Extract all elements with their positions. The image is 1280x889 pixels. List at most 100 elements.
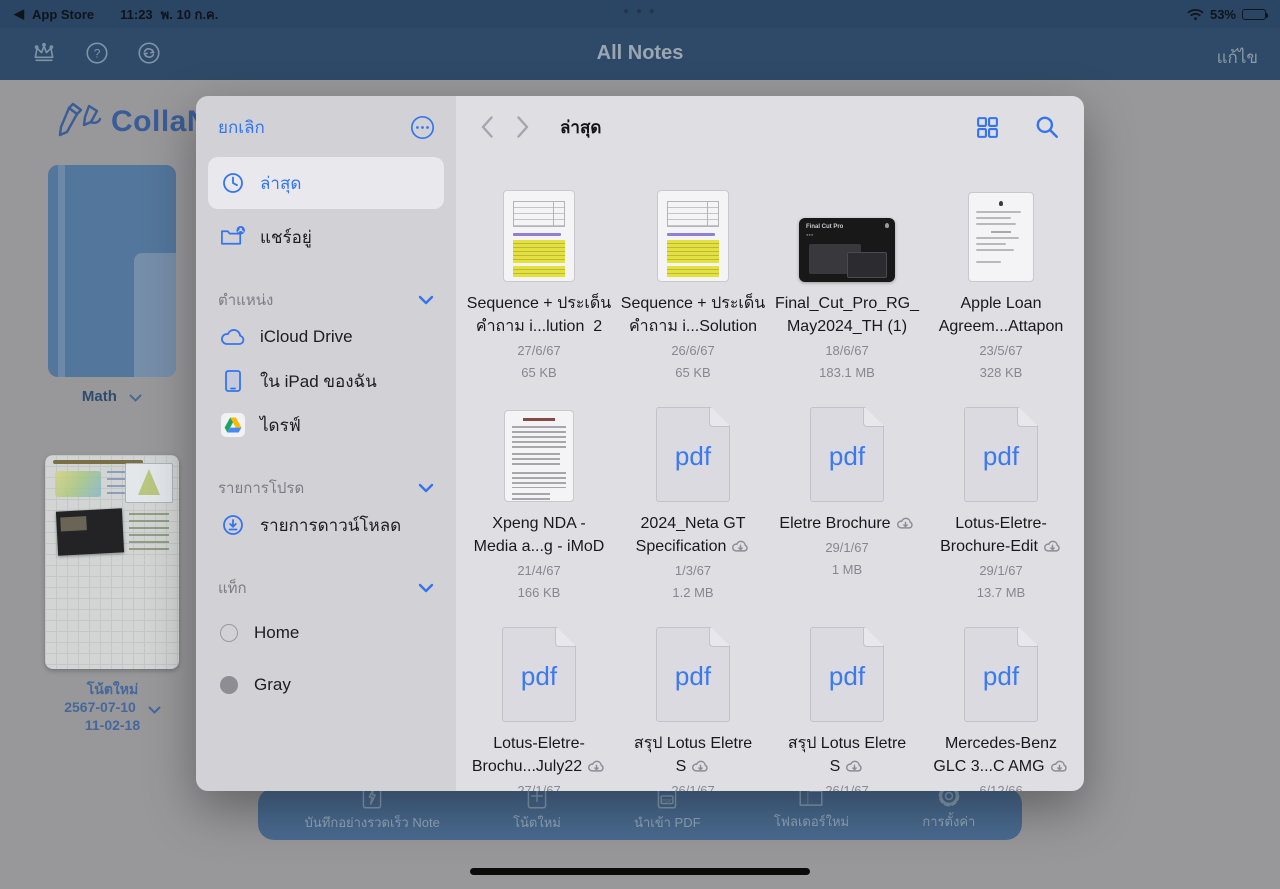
file-item[interactable]: Apple LoanAgreem...Attapon 23/5/67 328 KB <box>924 184 1078 404</box>
edit-button[interactable]: แก้ไข <box>1217 44 1258 71</box>
toolbar-item-new-folder[interactable]: โฟลเดอร์ใหม่ <box>774 796 849 832</box>
toolbar-item-label: บันทึกอย่างรวดเร็ว Note <box>305 812 440 833</box>
file-picker-modal: ยกเลิก ล่าสุดแชร์อยู่ตำแหน่งiCloud Drive… <box>196 96 1084 791</box>
pdf-thumbnail: pdf <box>964 407 1038 502</box>
file-size: 166 KB <box>518 585 561 600</box>
file-size: 13.7 MB <box>977 585 1025 600</box>
pdf-thumbnail: pdf <box>656 627 730 722</box>
file-name: Sequence + ประเด็นคำถาม i...Solution <box>621 292 765 338</box>
file-date: 29/1/67 <box>979 563 1022 578</box>
status-time: 11:23 <box>120 7 153 22</box>
note-caption[interactable]: โน้ตใหม่ 2567-07-10 11-02-18 <box>30 680 195 734</box>
file-item[interactable]: pdfLotus-Eletre-Brochu...July2227/1/67 <box>462 624 616 791</box>
file-date: 26/1/67 <box>671 783 714 791</box>
search-icon[interactable] <box>1034 114 1060 140</box>
file-size: 65 KB <box>675 365 710 380</box>
toolbar-item-quick-note[interactable]: บันทึกอย่างรวดเร็ว Note <box>305 795 440 833</box>
picker-sidebar: ยกเลิก ล่าสุดแชร์อยู่ตำแหน่งiCloud Drive… <box>196 96 456 791</box>
document-thumbnail <box>657 190 729 282</box>
toolbar-item-import-pdf[interactable]: PDFนำเข้า PDF <box>634 795 700 833</box>
file-item[interactable]: pdf สรุป Lotus EletreS 26/1/67 <box>616 624 770 791</box>
file-item[interactable]: pdfEletre Brochure29/1/671 MB <box>770 404 924 624</box>
file-name: Apple LoanAgreem...Attapon <box>939 292 1064 338</box>
sidebar-section-header[interactable]: ตำแหน่ง <box>196 285 456 315</box>
pdf-thumbnail: pdf <box>502 627 576 722</box>
file-item[interactable]: pdfMercedes-BenzGLC 3...C AMG6/12/66 <box>924 624 1078 791</box>
file-item[interactable]: Sequence + ประเด็นคำถาม i...lution 2 27/6… <box>462 184 616 404</box>
chevron-down-icon <box>148 706 161 714</box>
file-name: 2024_Neta GTSpecification <box>636 512 751 558</box>
pdf-thumbnail: pdf <box>810 627 884 722</box>
sidebar-section-header[interactable]: รายการโปรด <box>196 473 456 503</box>
toolbar-item-new-note[interactable]: โน้ตใหม่ <box>513 795 561 833</box>
sidebar-item-google-drive[interactable]: ไดรฟ์ <box>196 403 456 447</box>
home-indicator[interactable] <box>470 868 810 875</box>
picker-content: ล่าสุด Sequence + ประเด็นคำถาม i...lutio… <box>456 96 1084 791</box>
file-date: 21/4/67 <box>517 563 560 578</box>
folder-math[interactable] <box>48 165 176 377</box>
sidebar-section-header[interactable]: แท็ก <box>196 573 456 603</box>
forward-icon[interactable] <box>516 115 530 139</box>
chevron-down-icon <box>418 483 434 493</box>
import-pdf-icon: PDF <box>653 795 681 811</box>
browser-title: ล่าสุด <box>560 114 601 141</box>
more-options-icon[interactable] <box>409 114 436 141</box>
tag-color-dot <box>220 676 238 694</box>
multitasking-dots[interactable]: ● ● ● <box>623 6 657 17</box>
file-size: 328 KB <box>980 365 1023 380</box>
file-date: 27/1/67 <box>517 783 560 791</box>
chevron-down-icon <box>129 394 142 402</box>
video-thumbnail: Final Cut Pro●●● <box>799 218 895 282</box>
sidebar-item-cloud[interactable]: iCloud Drive <box>196 315 456 359</box>
back-icon[interactable] <box>480 115 494 139</box>
bottom-toolbar: บันทึกอย่างรวดเร็ว Note โน้ตใหม่ PDFนำเข้า… <box>258 788 1022 840</box>
ipad-icon <box>220 369 246 393</box>
folder-math-label[interactable]: Math <box>48 388 176 405</box>
file-item[interactable]: pdf Lotus-Eletre-Brochure-Edit 29/1/67 13.7… <box>924 404 1078 624</box>
file-date: 26/6/67 <box>671 343 714 358</box>
clock-icon <box>220 171 246 195</box>
file-date: 27/6/67 <box>517 343 560 358</box>
document-thumbnail <box>504 410 574 502</box>
file-item[interactable]: pdfสรุป Lotus EletreS26/1/67 <box>770 624 924 791</box>
quick-note-icon <box>359 795 385 811</box>
file-date: 23/5/67 <box>979 343 1022 358</box>
brand-name: CollaN <box>111 105 209 139</box>
sidebar-tag-gray[interactable]: Gray <box>196 663 456 707</box>
collanote-logo: CollaN <box>55 102 209 142</box>
status-bar: ◀ App Store 11:23 พ. 10 ก.ค. ● ● ● 53% <box>0 0 1280 28</box>
google-drive-icon <box>220 413 246 437</box>
toolbar-item-label: การตั้งค่า <box>922 811 975 832</box>
sidebar-item-clock[interactable]: ล่าสุด <box>208 157 444 209</box>
file-item[interactable]: Final Cut Pro●●● Final_Cut_Pro_RG_May2024… <box>770 184 924 404</box>
file-item[interactable]: Xpeng NDA -Media a...g - iMoD21/4/67166 … <box>462 404 616 624</box>
view-options-icon[interactable] <box>975 115 1000 140</box>
sidebar-tag-home[interactable]: Home <box>196 611 456 655</box>
file-item[interactable]: Sequence + ประเด็นคำถาม i...Solution 26/6… <box>616 184 770 404</box>
sidebar-item-download-circle[interactable]: รายการดาวน์โหลด <box>196 503 456 547</box>
battery-icon <box>1242 9 1266 20</box>
cancel-button[interactable]: ยกเลิก <box>218 114 265 141</box>
back-to-app-label[interactable]: App Store <box>32 7 94 22</box>
back-to-app-icon[interactable]: ◀ <box>14 6 24 22</box>
file-size: 65 KB <box>521 365 556 380</box>
document-thumbnail <box>968 192 1034 282</box>
shared-folder-icon <box>220 225 246 249</box>
toolbar-item-settings[interactable]: การตั้งค่า <box>922 796 975 832</box>
file-name: Lotus-Eletre-Brochure-Edit <box>940 512 1062 558</box>
sidebar-item-ipad[interactable]: ใน iPad ของฉัน <box>196 359 456 403</box>
sidebar-item-shared-folder[interactable]: แชร์อยู่ <box>196 215 456 259</box>
toolbar-item-label: นำเข้า PDF <box>634 812 700 833</box>
pdf-thumbnail: pdf <box>656 407 730 502</box>
note-thumbnail[interactable] <box>45 455 179 669</box>
file-name: Final_Cut_Pro_RG_May2024_TH (1) <box>775 292 919 338</box>
battery-percent: 53% <box>1210 7 1236 22</box>
pencils-icon <box>55 102 107 142</box>
file-date: 26/1/67 <box>825 783 868 791</box>
file-date: 6/12/66 <box>979 783 1022 791</box>
file-name: Mercedes-BenzGLC 3...C AMG <box>933 732 1068 778</box>
file-name: Sequence + ประเด็นคำถาม i...lution 2 <box>467 292 611 338</box>
file-item[interactable]: pdf2024_Neta GTSpecification1/3/671.2 MB <box>616 404 770 624</box>
file-name: สรุป Lotus EletreS <box>634 732 752 778</box>
page-title: All Notes <box>0 42 1280 65</box>
